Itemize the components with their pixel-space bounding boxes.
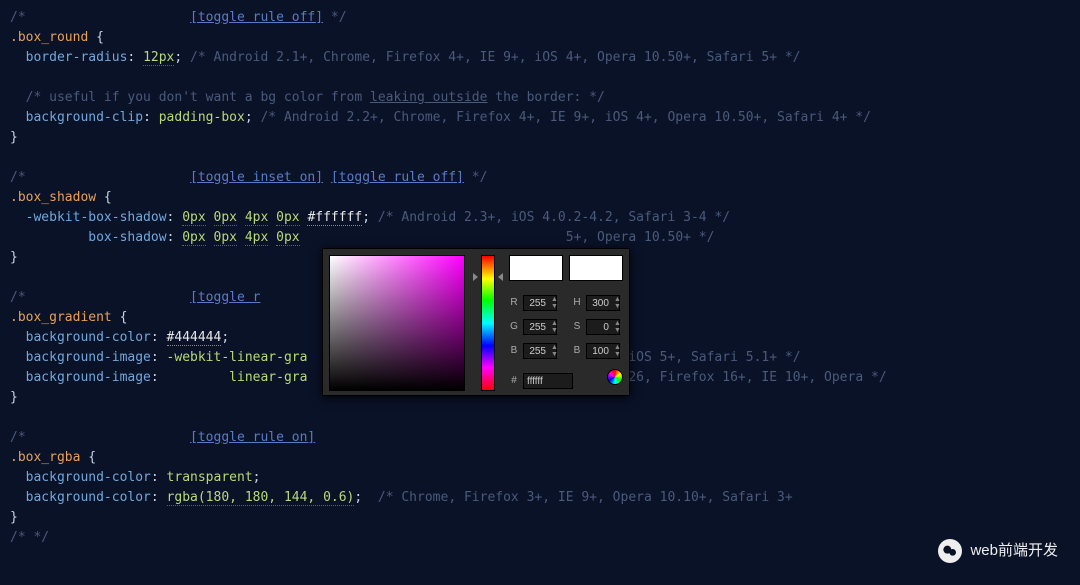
rgb-hsb-row: R ▲▼ H ▲▼ [509,293,621,313]
hue-arrow-icon [473,273,478,281]
label-s: S [572,317,582,337]
wechat-icon [938,539,962,563]
watermark-text: web前端开发 [970,541,1058,561]
decl-line: -webkit-box-shadow: 0px 0px 4px 0px #fff… [10,208,1070,228]
selector-line: .box_round { [10,28,1070,48]
label-v: B [572,341,582,361]
value-color[interactable]: #444444 [167,330,222,346]
color-wheel-icon[interactable] [607,369,623,385]
toggle-inset-on[interactable]: [toggle inset on] [190,170,323,185]
label-r: R [509,293,519,313]
value-editable[interactable]: padding-box [159,110,245,125]
toggle-rule-on[interactable]: [toggle rule on] [190,430,315,445]
spinner-icon[interactable]: ▲▼ [551,296,558,310]
value-color[interactable]: rgba(180, 180, 144, 0.6) [167,490,355,506]
value-editable[interactable]: 0px [182,210,205,226]
comment-line: /* [toggle rule on] [10,428,1070,448]
label-hash: # [509,371,519,391]
old-color-swatch [569,255,623,281]
spinner-icon[interactable]: ▲▼ [614,344,621,358]
label-g: G [509,317,519,337]
hue-slider[interactable] [481,255,495,391]
value-editable[interactable]: 0px [182,230,205,246]
decl-line: background-color: rgba(180, 180, 144, 0.… [10,488,1070,508]
input-hex[interactable] [523,373,573,389]
toggle-rule[interactable]: [toggle r [190,290,260,305]
spinner-icon[interactable]: ▲▼ [614,296,621,310]
spinner-icon[interactable]: ▲▼ [614,320,621,334]
label-b: B [509,341,519,361]
hex-row: # [509,371,573,391]
decl-line: border-radius: 12px; /* Android 2.1+, Ch… [10,48,1070,68]
watermark: web前端开发 [938,539,1058,563]
comment-line: /* [toggle inset on] [toggle rule off] *… [10,168,1070,188]
toggle-rule-off[interactable]: [toggle rule off] [190,10,323,25]
value-color[interactable]: #ffffff [307,210,362,226]
decl-line: box-shadow: 0px 0px 4px 0px 5+, Opera 10… [10,228,1070,248]
spinner-icon[interactable]: ▲▼ [551,344,558,358]
value-editable[interactable]: 0px [214,210,237,226]
value-editable[interactable]: 0px [214,230,237,246]
toggle-rule-off[interactable]: [toggle rule off] [331,170,464,185]
new-color-swatch [509,255,563,281]
value-editable[interactable]: 0px [276,210,299,226]
value-editable[interactable]: 12px [143,50,174,66]
decl-line: background-clip: padding-box; /* Android… [10,108,1070,128]
comment-line: /* [toggle rule off] */ [10,8,1070,28]
color-picker[interactable]: R ▲▼ H ▲▼ G ▲▼ S ▲▼ B ▲▼ B ▲▼ # [322,248,630,396]
spinner-icon[interactable]: ▲▼ [551,320,558,334]
decl-line: background-color: transparent; [10,468,1070,488]
selector-line: .box_rgba { [10,448,1070,468]
comment-link[interactable]: leaking outside [370,90,487,105]
comment-line: /* useful if you don't want a bg color f… [10,88,1070,108]
value-editable[interactable]: 4px [245,210,268,226]
rgb-hsb-row: B ▲▼ B ▲▼ [509,341,621,361]
rgb-hsb-row: G ▲▼ S ▲▼ [509,317,621,337]
value-editable[interactable]: 0px [276,230,299,246]
hue-arrow-icon [498,273,503,281]
label-h: H [572,293,582,313]
value-editable[interactable]: 4px [245,230,268,246]
selector-line: .box_shadow { [10,188,1070,208]
sv-field[interactable] [329,255,465,391]
